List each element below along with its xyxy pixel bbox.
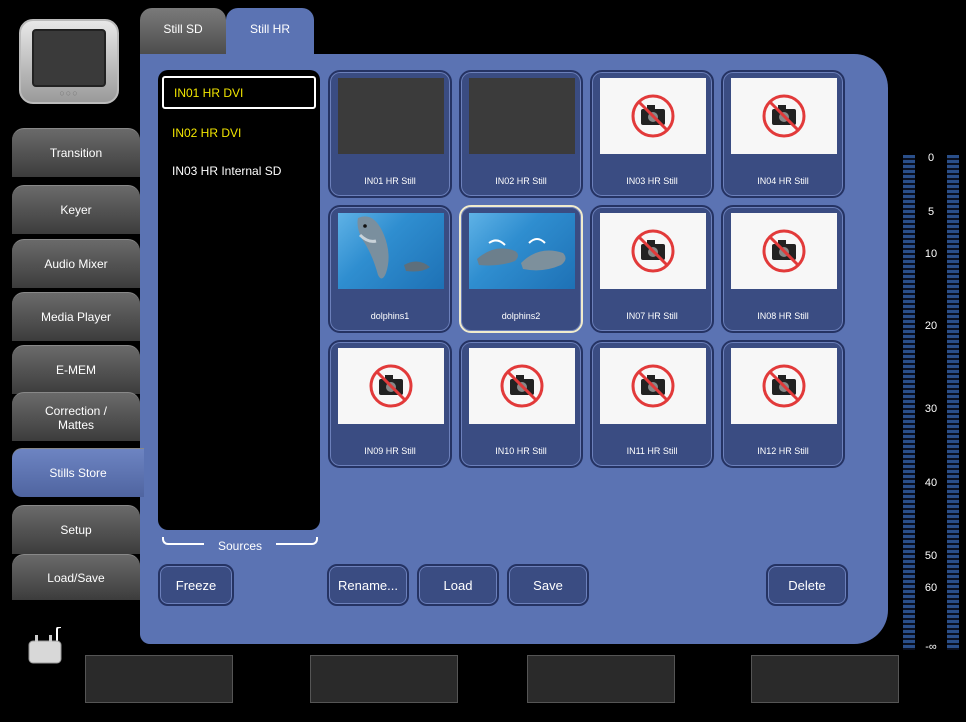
still-label: IN04 HR Still — [757, 176, 809, 186]
load-button[interactable]: Load — [417, 564, 499, 606]
still-preview — [600, 213, 706, 289]
nav-e-mem[interactable]: E-MEM — [12, 345, 140, 394]
still-tile[interactable]: dolphins2 — [459, 205, 583, 333]
empty-still-preview — [469, 78, 575, 154]
nav-keyer[interactable]: Keyer — [12, 185, 140, 234]
no-photo-icon — [631, 229, 675, 273]
still-label: dolphins1 — [370, 311, 410, 321]
still-tile[interactable]: IN03 HR Still — [590, 70, 714, 198]
dolphin-image — [357, 216, 430, 279]
still-label: IN03 HR Still — [626, 176, 678, 186]
still-label: IN07 HR Still — [626, 311, 678, 321]
still-preview — [600, 78, 706, 154]
meter-right — [947, 155, 959, 650]
dolphins-image — [477, 238, 566, 271]
still-label: IN12 HR Still — [757, 446, 809, 456]
tab-still-sd[interactable]: Still SD — [140, 8, 226, 56]
still-preview — [600, 348, 706, 424]
monitor-dots: ○○○ — [59, 88, 79, 98]
meter-label-10: 10 — [924, 248, 938, 260]
still-tile[interactable]: IN12 HR Still — [721, 340, 845, 468]
still-label: IN08 HR Still — [757, 311, 809, 321]
still-tile[interactable]: dolphins1 — [328, 205, 452, 333]
sources-list: IN01 HR DVI IN02 HR DVI IN03 HR Internal… — [158, 70, 320, 530]
monitor-screen — [32, 29, 106, 87]
still-tile[interactable]: IN04 HR Still — [721, 70, 845, 198]
still-preview — [731, 213, 837, 289]
tab-still-hr[interactable]: Still HR — [226, 8, 314, 56]
no-photo-icon — [762, 229, 806, 273]
still-label: IN02 HR Still — [495, 176, 547, 186]
still-preview — [731, 348, 837, 424]
still-preview — [338, 348, 444, 424]
still-tile[interactable]: IN08 HR Still — [721, 205, 845, 333]
nav-transition[interactable]: Transition — [12, 128, 140, 177]
nav-media-player[interactable]: Media Player — [12, 292, 140, 341]
still-tile[interactable]: IN02 HR Still — [459, 70, 583, 198]
still-label: IN10 HR Still — [495, 446, 547, 456]
monitor-icon[interactable]: ○○○ — [19, 19, 119, 104]
sources-label: Sources — [217, 539, 263, 553]
no-photo-icon — [631, 94, 675, 138]
meter-label-20: 20 — [924, 320, 938, 332]
bottom-slot-2[interactable] — [310, 655, 458, 703]
still-label: dolphins2 — [501, 311, 541, 321]
still-label: IN01 HR Still — [364, 176, 416, 186]
empty-still-preview — [338, 78, 444, 154]
still-tile[interactable]: IN11 HR Still — [590, 340, 714, 468]
source-item-in02[interactable]: IN02 HR DVI — [162, 116, 316, 149]
source-item-in03[interactable]: IN03 HR Internal SD — [162, 154, 316, 187]
nav-load-save[interactable]: Load/Save — [12, 554, 140, 600]
meter-left — [903, 155, 915, 650]
sources-caption: Sources — [162, 534, 318, 554]
no-photo-icon — [369, 364, 413, 408]
nav-correction-mattes[interactable]: Correction / Mattes — [12, 392, 140, 441]
meter-label-40: 40 — [924, 477, 938, 489]
plug-icon[interactable] — [27, 627, 67, 665]
meter-label-5: 5 — [927, 206, 935, 218]
bottom-slot-3[interactable] — [527, 655, 675, 703]
meter-label-30: 30 — [924, 403, 938, 415]
still-tile[interactable]: IN09 HR Still — [328, 340, 452, 468]
still-preview — [469, 213, 575, 289]
still-preview — [338, 213, 444, 289]
still-label: IN09 HR Still — [364, 446, 416, 456]
meter-label-neg-inf: -∞ — [925, 641, 937, 653]
save-button[interactable]: Save — [507, 564, 589, 606]
no-photo-icon — [631, 364, 675, 408]
meter-label-60: 60 — [924, 582, 938, 594]
still-preview — [469, 348, 575, 424]
nav-setup[interactable]: Setup — [12, 505, 140, 554]
still-preview — [731, 78, 837, 154]
still-tile[interactable]: IN10 HR Still — [459, 340, 583, 468]
meter-label-50: 50 — [924, 550, 938, 562]
bottom-slot-1[interactable] — [85, 655, 233, 703]
rename-button[interactable]: Rename... — [327, 564, 409, 606]
freeze-button[interactable]: Freeze — [158, 564, 234, 606]
no-photo-icon — [762, 364, 806, 408]
delete-button[interactable]: Delete — [766, 564, 848, 606]
no-photo-icon — [500, 364, 544, 408]
nav-stills-store[interactable]: Stills Store — [12, 448, 144, 497]
source-item-in01[interactable]: IN01 HR DVI — [162, 76, 316, 109]
still-label: IN11 HR Still — [626, 446, 678, 456]
bottom-slot-4[interactable] — [751, 655, 899, 703]
no-photo-icon — [762, 94, 806, 138]
nav-audio-mixer[interactable]: Audio Mixer — [12, 239, 140, 288]
still-tile[interactable]: IN07 HR Still — [590, 205, 714, 333]
still-tile[interactable]: IN01 HR Still — [328, 70, 452, 198]
meter-label-0: 0 — [927, 152, 935, 164]
